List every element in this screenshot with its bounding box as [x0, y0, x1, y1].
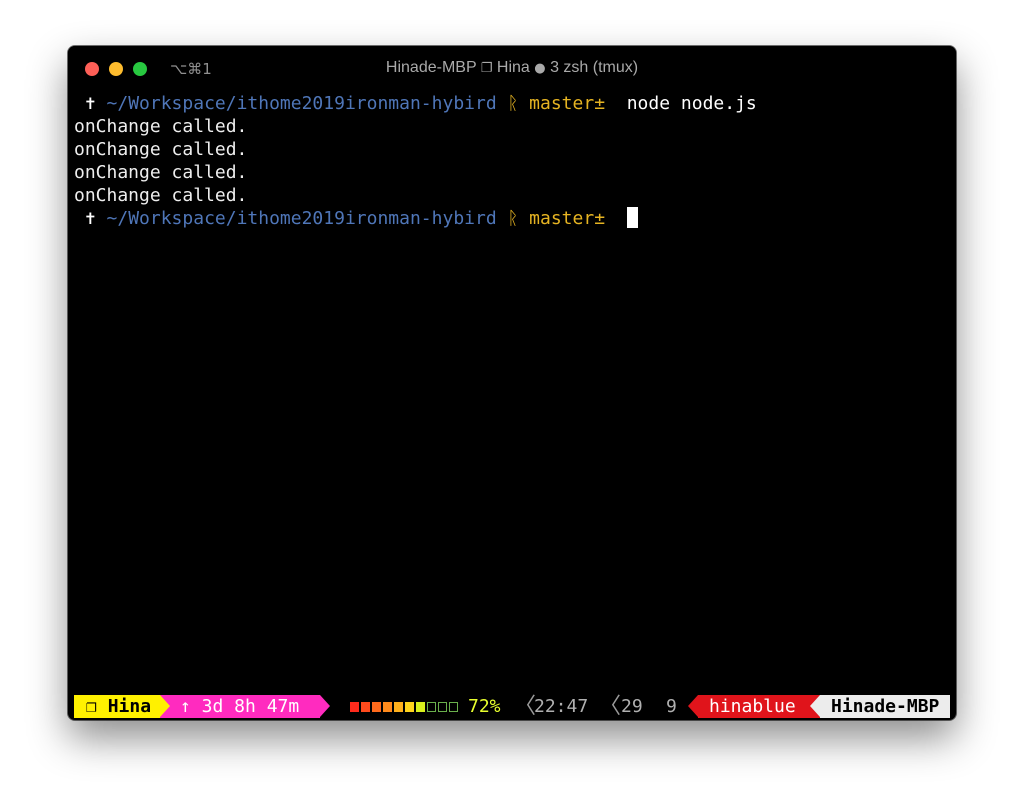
battery-cell-empty: [438, 701, 447, 712]
battery-cell-empty: [449, 701, 458, 712]
output-line: onChange called.: [74, 139, 248, 160]
separator-chevron: 〈: [514, 694, 537, 719]
output-line: onChange called.: [74, 162, 248, 183]
powerline-arrow: [320, 695, 330, 717]
battery-cell-filled: [372, 701, 381, 712]
prompt-symbol: ✝: [84, 208, 96, 229]
tmux-session-icon: ❐: [86, 696, 97, 717]
status-host: Hinade-MBP: [820, 695, 950, 718]
prompt-symbol: ✝: [84, 93, 96, 114]
terminal-content[interactable]: ✝ ~/Workspace/ithome2019ironman-hybird ᚱ…: [74, 92, 950, 692]
status-session[interactable]: ❐ Hina: [74, 695, 160, 718]
powerline-arrow: [810, 695, 820, 717]
powerline-arrow: [160, 695, 170, 717]
dot-icon: ●: [534, 61, 546, 76]
title-bar: ⌥⌘1 Hinade-MBP ❐ Hina ● 3 zsh (tmux): [68, 46, 956, 92]
battery-cell-filled: [416, 701, 425, 712]
terminal-window: ⌥⌘1 Hinade-MBP ❐ Hina ● 3 zsh (tmux) ✝ ~…: [68, 46, 956, 720]
text-cursor[interactable]: [626, 207, 638, 228]
battery-gauge: [350, 695, 458, 718]
status-count: 9: [666, 696, 677, 717]
status-count: 29: [621, 696, 643, 717]
battery-cell-filled: [405, 701, 414, 712]
separator-chevron: 〈: [599, 694, 622, 719]
powerline-arrow: [688, 695, 698, 717]
session-name: Hina: [107, 696, 152, 717]
prompt-line: ✝ ~/Workspace/ithome2019ironman-hybird ᚱ…: [74, 207, 950, 230]
title-window: 3 zsh (tmux): [550, 59, 639, 76]
prompt-branch: master±: [529, 208, 606, 229]
battery-cell-filled: [350, 701, 359, 712]
title-session: Hina: [496, 59, 530, 76]
prompt-branch: master±: [529, 93, 606, 114]
status-user: hinablue: [698, 695, 820, 718]
output-line: onChange called.: [74, 116, 248, 137]
battery-percent: 72%: [468, 696, 501, 717]
battery-cell-filled: [361, 701, 370, 712]
prompt-path: ~/Workspace/ithome2019ironman-hybird: [106, 208, 497, 229]
status-clock: 22:47: [534, 696, 589, 717]
prompt-line: ✝ ~/Workspace/ithome2019ironman-hybird ᚱ…: [74, 92, 950, 115]
battery-cell-filled: [394, 701, 403, 712]
git-branch-icon: ᚱ: [507, 93, 519, 114]
battery-cell-filled: [383, 701, 392, 712]
prompt-path: ~/Workspace/ithome2019ironman-hybird: [106, 93, 497, 114]
tmux-status-bar: ❐ Hina ↑ 3d 8h 47m 72% 〈 22:47 〈 29 9 hi…: [74, 695, 950, 718]
battery-cell-empty: [427, 701, 436, 712]
command-text: node node.js: [626, 93, 757, 114]
git-branch-icon: ᚱ: [507, 208, 519, 229]
output-line: onChange called.: [74, 185, 248, 206]
title-host: Hinade-MBP: [385, 59, 477, 76]
tmux-session-icon: ❐: [480, 61, 493, 76]
status-uptime: ↑ 3d 8h 47m: [160, 695, 320, 718]
window-title: Hinade-MBP ❐ Hina ● 3 zsh (tmux): [68, 59, 956, 77]
